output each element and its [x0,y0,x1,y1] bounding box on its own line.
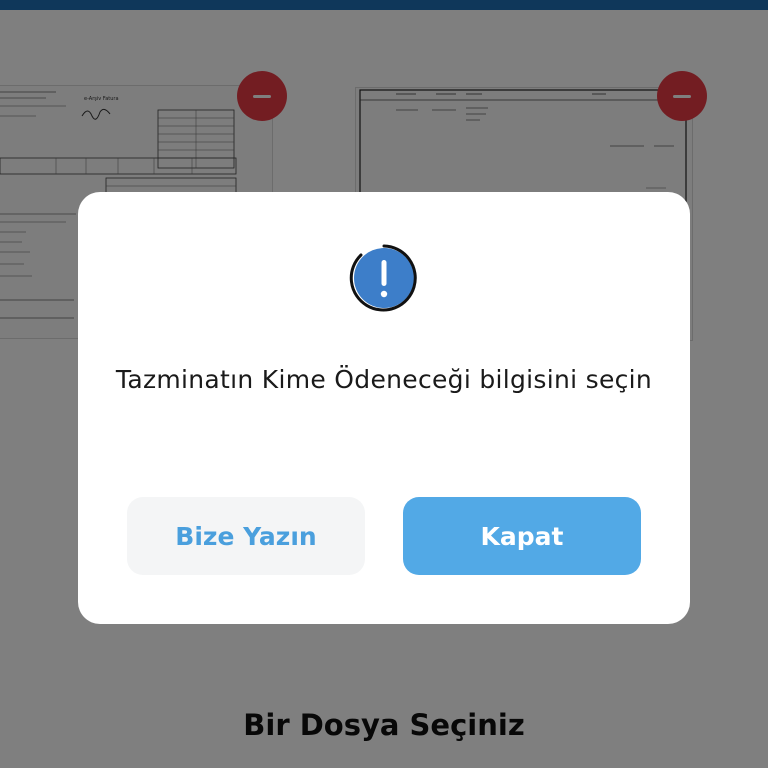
close-button[interactable]: Kapat [403,497,641,575]
alert-dialog: Tazminatın Kime Ödeneceği bilgisini seçi… [78,192,690,624]
exclamation-circle-icon [349,244,417,312]
contact-us-button[interactable]: Bize Yazın [127,497,365,575]
alert-message: Tazminatın Kime Ödeneceği bilgisini seçi… [115,365,653,394]
